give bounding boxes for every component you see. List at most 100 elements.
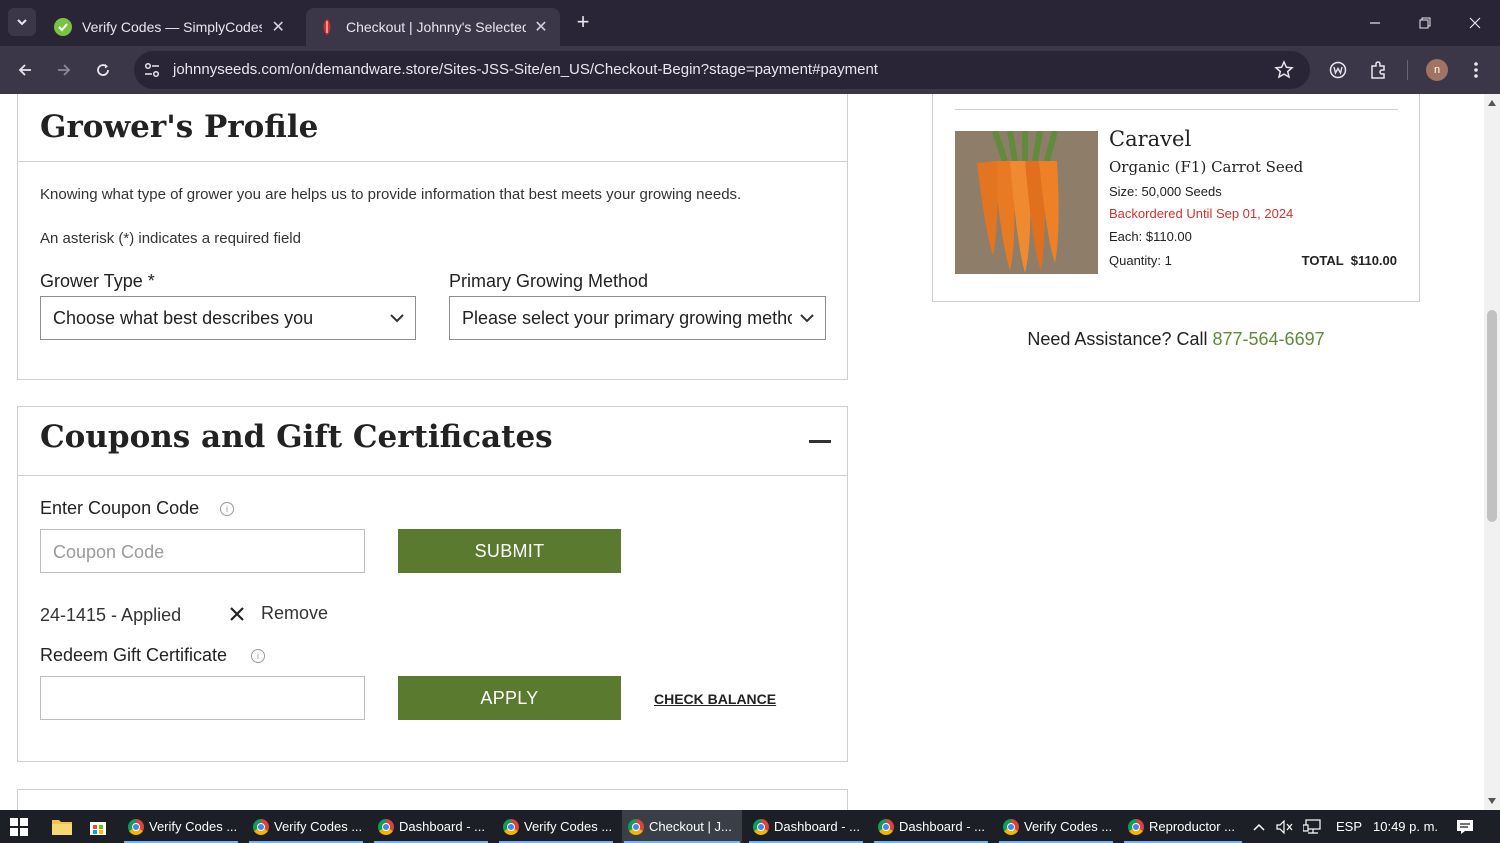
divider (18, 161, 847, 162)
windows-start-icon[interactable] (10, 818, 28, 841)
assistance-phone-link[interactable]: 877-564-6697 (1213, 329, 1325, 349)
chrome-icon (253, 818, 269, 835)
divider (18, 475, 847, 476)
network-icon[interactable] (1303, 810, 1323, 843)
chrome-icon (1128, 818, 1144, 835)
apply-gift-button[interactable]: APPLY (398, 676, 621, 720)
tab-close-icon[interactable]: ✕ (270, 17, 286, 37)
arrow-right-icon (58, 64, 71, 76)
grower-profile-card: Grower's Profile Knowing what type of gr… (17, 94, 848, 380)
close-icon[interactable] (229, 606, 245, 622)
taskbar-item-label: Dashboard - ... (399, 819, 485, 834)
product-subtitle: Organic (F1) Carrot Seed (1109, 158, 1304, 176)
page-content: Grower's Profile Knowing what type of gr… (0, 94, 1484, 810)
coupon-code-label: Enter Coupon Code (40, 498, 200, 518)
taskbar-item[interactable]: Verify Codes ... (247, 810, 365, 843)
windows-taskbar: Verify Codes ... Verify Codes ... Dashbo… (0, 810, 1500, 843)
scroll-up-arrow-icon[interactable] (1488, 100, 1496, 106)
tab-search-button[interactable] (8, 8, 36, 36)
scroll-down-arrow-icon[interactable] (1488, 798, 1496, 804)
taskbar-item[interactable]: Dashboard - ... (872, 810, 990, 843)
check-balance-link[interactable]: CHECK BALANCE (654, 691, 776, 707)
reload-button[interactable] (89, 56, 117, 84)
chevron-down-icon (799, 311, 815, 325)
bookmark-star-icon[interactable] (1274, 60, 1294, 80)
info-icon[interactable]: i (220, 502, 234, 516)
coupon-code-input[interactable]: Coupon Code (40, 529, 365, 573)
chrome-icon (1003, 818, 1019, 835)
product-size: Size: 50,000 Seeds (1109, 184, 1222, 199)
taskbar-item-label: Verify Codes ... (274, 819, 363, 834)
scrollbar-thumb[interactable] (1487, 310, 1497, 522)
taskbar-item-label: Dashboard - ... (774, 819, 860, 834)
restore-icon (1419, 17, 1431, 29)
taskbar-item[interactable]: Verify Codes ... (497, 810, 615, 843)
browser-menu-icon[interactable] (1464, 58, 1488, 82)
simplycodes-favicon-icon (54, 18, 72, 36)
system-clock[interactable]: 10:49 p. m. (1373, 810, 1438, 843)
back-button[interactable] (11, 56, 39, 84)
taskbar-item-label: Checkout | J... (649, 819, 732, 834)
product-image[interactable] (955, 131, 1098, 274)
site-settings-icon[interactable] (142, 60, 162, 80)
taskbar-item[interactable]: Verify Codes ... (997, 810, 1115, 843)
extension-w-icon[interactable] (1326, 58, 1350, 82)
url-text: johnnyseeds.com/on/demandware.store/Site… (173, 61, 878, 78)
product-each-price: Each: $110.00 (1109, 229, 1192, 244)
tab-checkout[interactable]: Checkout | Johnny's Selected Se ✕ (306, 8, 560, 46)
profile-avatar[interactable]: n (1426, 59, 1448, 81)
taskbar-item-label: Verify Codes ... (524, 819, 613, 834)
taskbar-item-label: Reproductor ... (1149, 819, 1235, 834)
taskbar-item[interactable]: Dashboard - ... (372, 810, 490, 843)
grower-profile-title: Grower's Profile (40, 109, 319, 145)
assistance-line: Need Assistance? Call 877-564-6697 (932, 329, 1420, 350)
page-scrollbar[interactable] (1484, 94, 1500, 810)
address-bar[interactable]: johnnyseeds.com/on/demandware.store/Site… (134, 51, 1310, 89)
volume-muted-icon[interactable] (1276, 810, 1294, 843)
grower-type-label: Grower Type * (40, 271, 155, 291)
gift-certificate-input[interactable] (40, 676, 365, 720)
restore-button[interactable] (1400, 0, 1450, 46)
growing-method-select[interactable]: Please select your primary growing metho… (449, 296, 826, 340)
info-icon[interactable]: i (251, 649, 265, 663)
taskbar-item[interactable]: Verify Codes ... (122, 810, 240, 843)
tray-overflow-chevron-icon[interactable] (1252, 810, 1266, 843)
notifications-icon[interactable] (1456, 810, 1474, 843)
taskbar-item-active[interactable]: Checkout | J... (622, 810, 742, 843)
product-total: TOTAL $110.00 (1301, 253, 1397, 268)
new-tab-button[interactable]: + (570, 10, 596, 36)
taskbar-item[interactable]: Dashboard - ... (747, 810, 865, 843)
required-field-note: An asterisk (*) indicates a required fie… (40, 230, 301, 247)
chrome-icon (628, 818, 644, 835)
taskbar-item[interactable]: Reproductor ... (1122, 810, 1244, 843)
chrome-icon (878, 818, 894, 835)
collapse-minus-icon[interactable] (809, 440, 831, 443)
store-icon[interactable] (89, 818, 107, 841)
remove-coupon-link[interactable]: Remove (261, 603, 328, 624)
johnnys-favicon-icon (318, 18, 336, 36)
language-indicator[interactable]: ESP (1336, 810, 1362, 843)
grower-type-select[interactable]: Choose what best describes you (40, 296, 416, 340)
coupons-card: Coupons and Gift Certificates Enter Coup… (17, 406, 848, 762)
forward-button[interactable] (50, 56, 78, 84)
next-section-card (17, 789, 848, 810)
tab-verify-codes[interactable]: Verify Codes — SimplyCodes ✕ (42, 8, 298, 46)
tab-title: Verify Codes — SimplyCodes (82, 19, 263, 35)
tab-close-icon[interactable]: ✕ (534, 17, 548, 37)
minimize-button[interactable] (1350, 0, 1400, 46)
extensions-puzzle-icon[interactable] (1366, 58, 1390, 82)
product-name[interactable]: Caravel (1109, 127, 1191, 151)
coupons-title: Coupons and Gift Certificates (40, 419, 553, 455)
browser-toolbar: johnnyseeds.com/on/demandware.store/Site… (0, 46, 1500, 94)
file-explorer-icon[interactable] (52, 818, 72, 840)
growing-method-value: Please select your primary growing metho… (462, 308, 792, 328)
backorder-status: Backordered Until Sep 01, 2024 (1109, 206, 1294, 221)
close-window-button[interactable] (1450, 0, 1500, 46)
arrow-left-icon (18, 64, 31, 76)
taskbar-item-label: Verify Codes ... (1024, 819, 1113, 834)
chrome-icon (503, 818, 519, 835)
chrome-icon (378, 818, 394, 835)
submit-coupon-button[interactable]: SUBMIT (398, 529, 621, 573)
divider (955, 109, 1398, 110)
applied-coupon-text: 24-1415 - Applied (40, 605, 182, 625)
